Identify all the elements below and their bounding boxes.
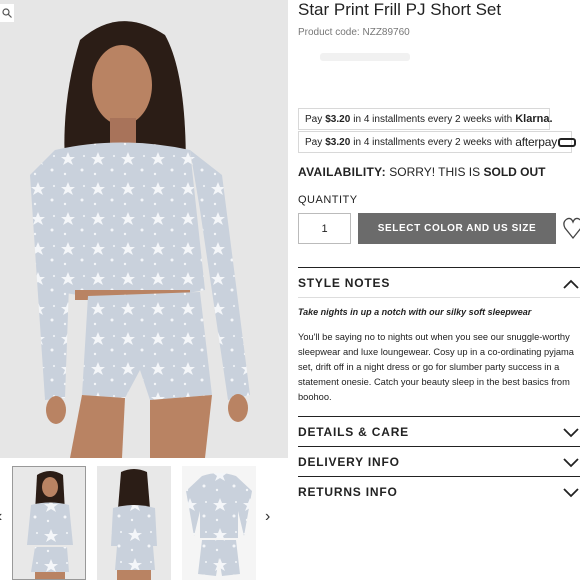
product-title: Star Print Frill PJ Short Set — [298, 0, 502, 19]
divider — [298, 416, 580, 417]
style-notes-subheading: Take nights in up a notch with our silky… — [298, 307, 532, 317]
afterpay-amount: $3.20 — [325, 136, 351, 148]
select-size-button[interactable]: SELECT COLOR AND US SIZE — [358, 213, 556, 244]
afterpay-logo: afterpay — [515, 135, 576, 149]
chevron-down-icon[interactable] — [563, 458, 579, 468]
availability-label: AVAILABILITY: — [298, 165, 386, 179]
chevron-right-icon[interactable]: › — [265, 508, 270, 526]
heart-icon[interactable] — [563, 214, 580, 242]
thumbnail-image — [182, 466, 256, 580]
style-notes-heading[interactable]: STYLE NOTES — [298, 276, 390, 290]
product-code: Product code: NZZ89760 — [298, 27, 410, 38]
thumbnail-strip: ‹ › — [0, 458, 288, 580]
delivery-info-heading[interactable]: DELIVERY INFO — [298, 455, 400, 469]
details-care-heading[interactable]: DETAILS & CARE — [298, 425, 409, 439]
divider — [298, 297, 580, 298]
magnifier-icon — [2, 8, 12, 18]
klarna-amount: $3.20 — [325, 113, 351, 125]
thumbnail-image — [13, 467, 85, 579]
chevron-left-icon[interactable]: ‹ — [0, 508, 2, 526]
quantity-input[interactable] — [298, 213, 351, 244]
availability-status-prefix: SORRY! THIS IS — [389, 165, 481, 179]
thumbnail-back[interactable] — [97, 466, 171, 580]
blurred-price-placeholder — [320, 53, 410, 61]
chevron-down-icon[interactable] — [563, 428, 579, 438]
afterpay-wordmark: afterpay — [515, 135, 557, 149]
model-photo — [0, 0, 288, 458]
returns-info-heading[interactable]: RETURNS INFO — [298, 485, 398, 499]
divider — [298, 446, 580, 447]
style-notes-body: You'll be saying no to nights out when y… — [298, 332, 574, 402]
klarna-suffix: in 4 installments every 2 weeks with — [353, 113, 513, 125]
klarna-logo: Klarna. — [515, 113, 553, 125]
divider — [298, 476, 580, 477]
afterpay-prefix: Pay — [305, 136, 323, 148]
quantity-label: QUANTITY — [298, 194, 358, 206]
afterpay-arrows-icon — [558, 138, 576, 148]
thumbnail-front[interactable] — [12, 466, 86, 580]
sold-out-status: SOLD OUT — [483, 165, 546, 179]
thumbnail-flatlay[interactable] — [182, 466, 256, 580]
afterpay-suffix: in 4 installments every 2 weeks with — [353, 136, 513, 148]
klarna-prefix: Pay — [305, 113, 323, 125]
zoom-button[interactable] — [0, 4, 14, 22]
thumbnail-image — [97, 466, 171, 580]
chevron-down-icon[interactable] — [563, 488, 579, 498]
afterpay-installments[interactable]: Pay $3.20 in 4 installments every 2 week… — [298, 131, 576, 153]
divider — [298, 267, 580, 268]
klarna-installments[interactable]: Pay $3.20 in 4 installments every 2 week… — [298, 108, 553, 130]
availability-row: AVAILABILITY: SORRY! THIS IS SOLD OUT — [298, 165, 546, 179]
chevron-up-icon[interactable] — [563, 279, 579, 289]
main-product-image[interactable] — [0, 0, 288, 458]
